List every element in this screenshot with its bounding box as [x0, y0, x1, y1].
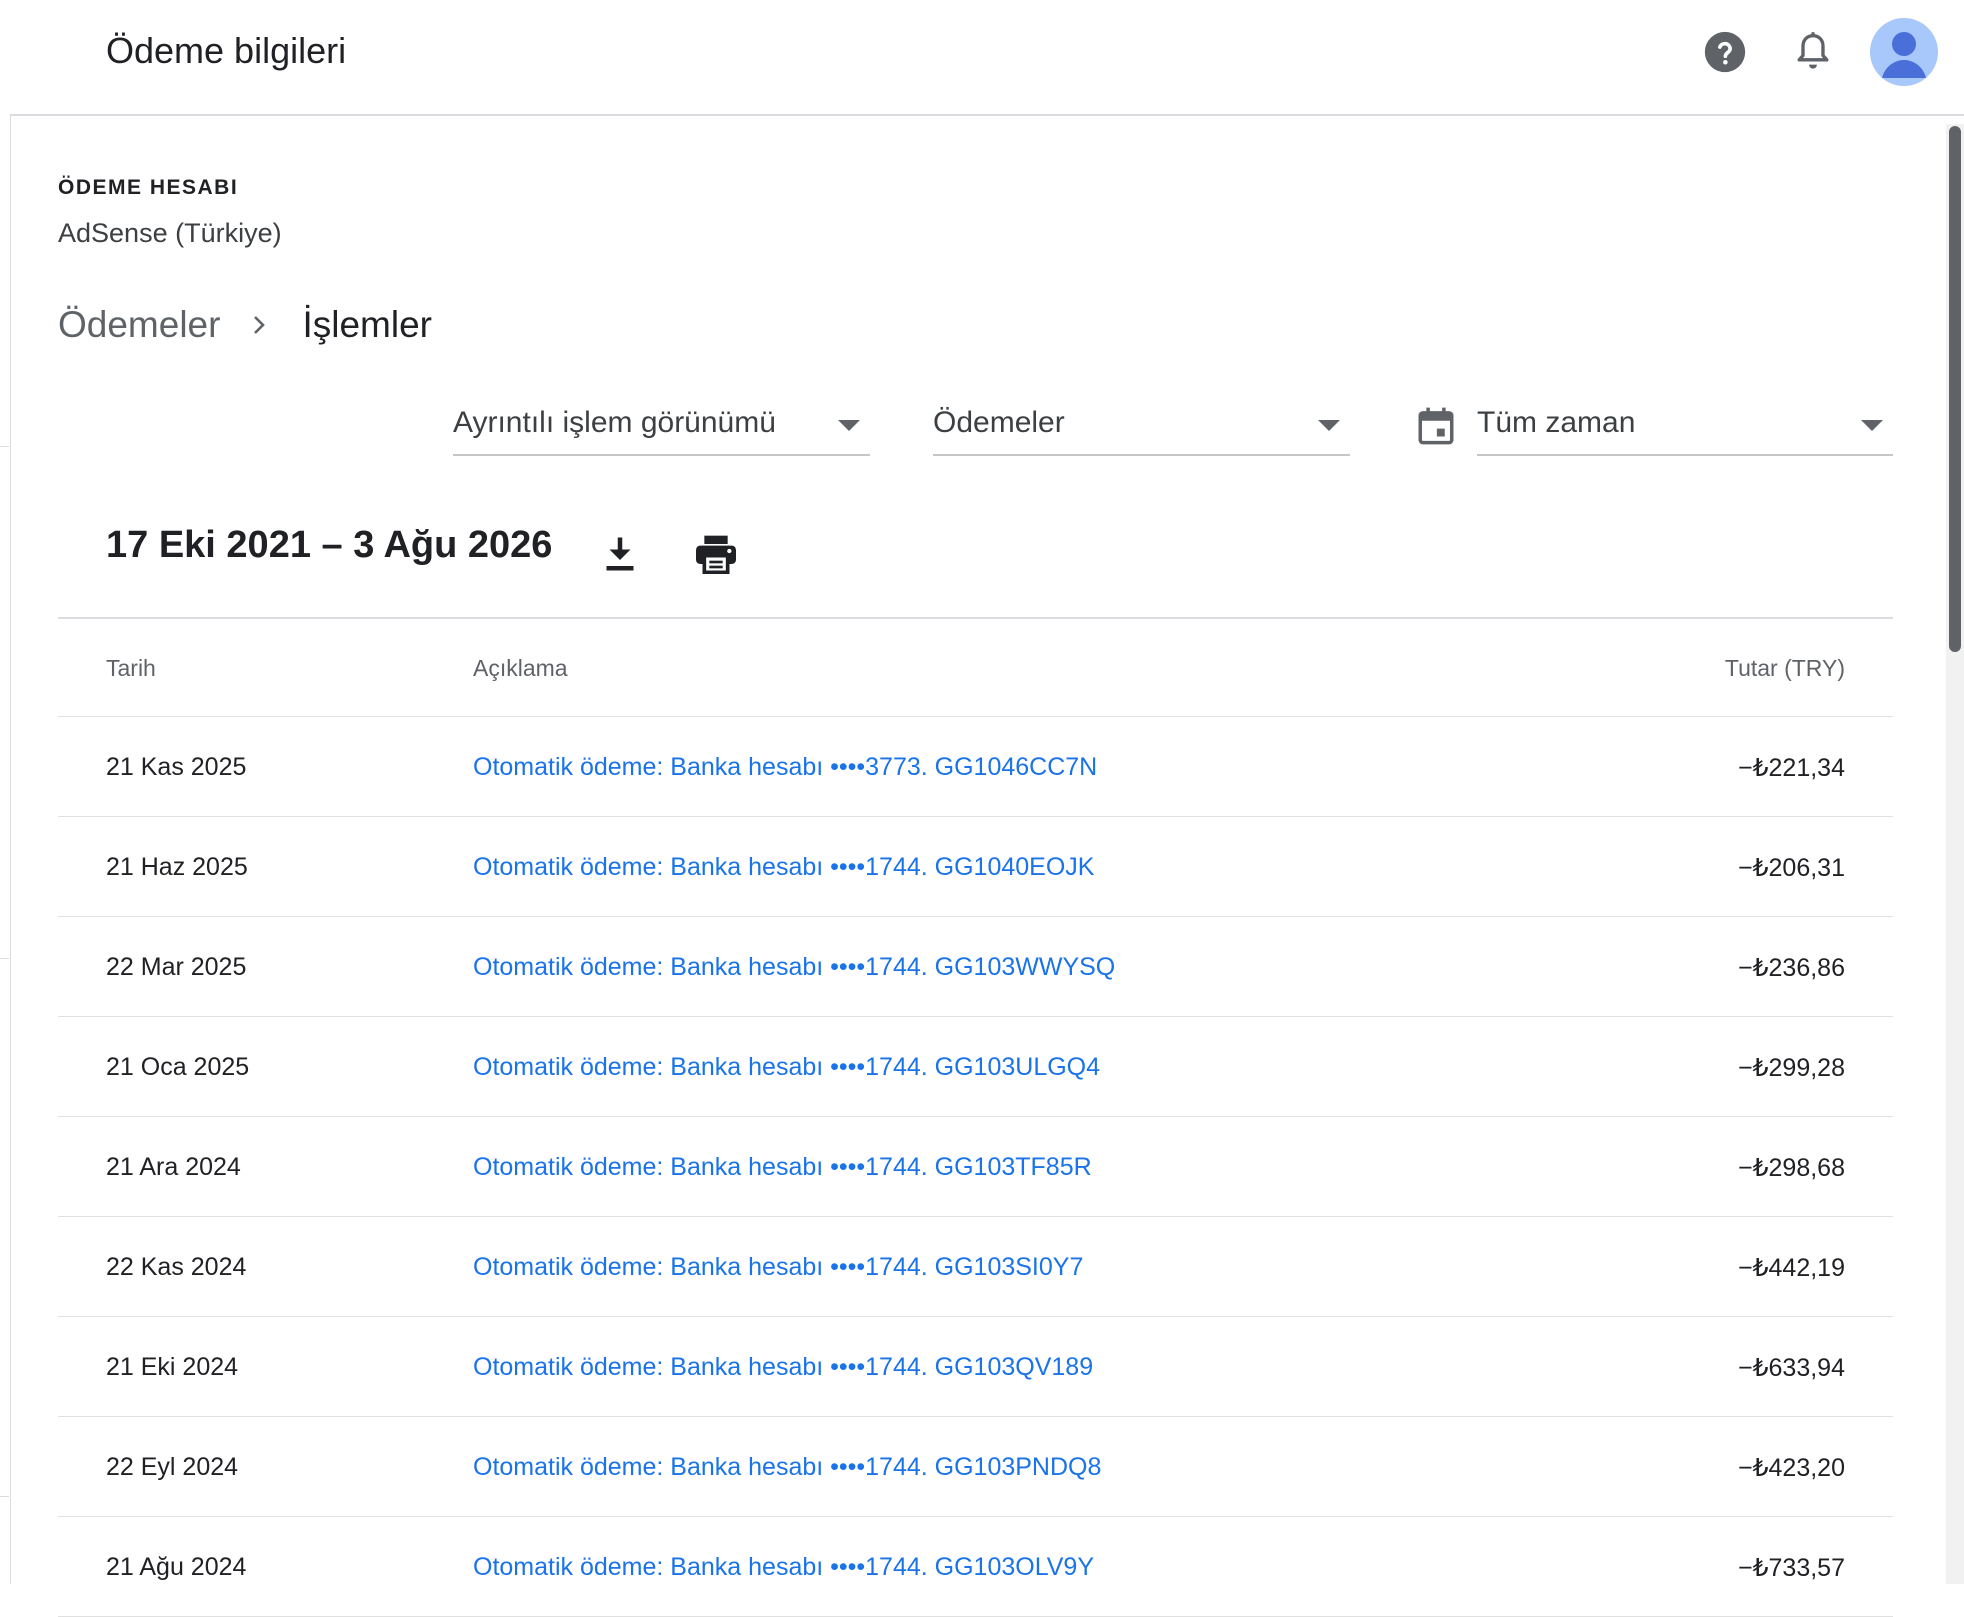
- download-icon[interactable]: [596, 530, 644, 578]
- date-range-dropdown[interactable]: Tüm zaman: [1477, 400, 1893, 456]
- rail-divider: [0, 958, 9, 959]
- dropdown-arrow-icon: [838, 420, 860, 431]
- table-row: 21 Oca 2025 Otomatik ödeme: Banka hesabı…: [58, 1017, 1893, 1117]
- row-date: 22 Kas 2024: [106, 1253, 247, 1281]
- view-type-dropdown[interactable]: Ayrıntılı işlem görünümü: [453, 400, 870, 456]
- row-date: 21 Haz 2025: [106, 853, 248, 881]
- top-app-bar: Ödeme bilgileri: [10, 0, 1964, 116]
- table-row: 22 Mar 2025 Otomatik ödeme: Banka hesabı…: [58, 917, 1893, 1017]
- breadcrumb-payments-link[interactable]: Ödemeler: [58, 304, 220, 346]
- chevron-right-icon: [250, 313, 268, 337]
- scrollbar[interactable]: [1946, 124, 1964, 1584]
- row-description-link[interactable]: Otomatik ödeme: Banka hesabı ••••1744. G…: [473, 1453, 1101, 1482]
- row-date: 21 Eki 2024: [106, 1353, 239, 1381]
- help-icon[interactable]: [1695, 22, 1755, 82]
- header-date[interactable]: Tarih: [106, 655, 156, 682]
- row-amount: −₺206,31: [1738, 854, 1845, 882]
- date-range-value: Tüm zaman: [1477, 406, 1636, 439]
- row-description-link[interactable]: Otomatik ödeme: Banka hesabı ••••1744. G…: [473, 1053, 1100, 1082]
- table-row: 21 Eki 2024 Otomatik ödeme: Banka hesabı…: [58, 1317, 1893, 1417]
- row-date: 21 Ara 2024: [106, 1153, 241, 1181]
- header-description: Açıklama: [473, 655, 568, 681]
- row-description-link[interactable]: Otomatik ödeme: Banka hesabı ••••1744. G…: [473, 853, 1094, 882]
- row-description-link[interactable]: Otomatik ödeme: Banka hesabı ••••1744. G…: [473, 953, 1115, 982]
- row-amount: −₺423,20: [1738, 1454, 1845, 1482]
- table-row: 22 Kas 2024 Otomatik ödeme: Banka hesabı…: [58, 1217, 1893, 1317]
- row-description-link[interactable]: Otomatik ödeme: Banka hesabı ••••3773. G…: [473, 753, 1097, 782]
- table-row: 21 Haz 2025 Otomatik ödeme: Banka hesabı…: [58, 817, 1893, 917]
- dropdown-arrow-icon: [1861, 420, 1883, 431]
- row-amount: −₺633,94: [1738, 1354, 1845, 1382]
- breadcrumb-current: İşlemler: [302, 304, 432, 345]
- row-date: 22 Mar 2025: [106, 953, 247, 981]
- row-amount: −₺442,19: [1738, 1254, 1845, 1282]
- row-date: 21 Kas 2025: [106, 753, 247, 781]
- table-row: 22 Eyl 2024 Otomatik ödeme: Banka hesabı…: [58, 1417, 1893, 1517]
- row-date: 22 Eyl 2024: [106, 1453, 239, 1481]
- table-row: 21 Ağu 2024 Otomatik ödeme: Banka hesabı…: [58, 1517, 1893, 1617]
- row-description-link[interactable]: Otomatik ödeme: Banka hesabı ••••1744. G…: [473, 1153, 1092, 1182]
- row-description-link[interactable]: Otomatik ödeme: Banka hesabı ••••1744. G…: [473, 1253, 1083, 1282]
- row-amount: −₺733,57: [1738, 1554, 1845, 1582]
- date-range-title: 17 Eki 2021 – 3 Ağu 2026: [106, 524, 553, 566]
- rail-divider: [0, 446, 9, 447]
- breadcrumb: Ödemeler İşlemler: [58, 300, 432, 350]
- row-amount: −₺236,86: [1738, 954, 1845, 982]
- scrollbar-thumb[interactable]: [1949, 126, 1961, 652]
- row-description-link[interactable]: Otomatik ödeme: Banka hesabı ••••1744. G…: [473, 1553, 1094, 1582]
- row-description-link[interactable]: Otomatik ödeme: Banka hesabı ••••1744. G…: [473, 1353, 1093, 1382]
- rail-divider: [0, 1496, 9, 1497]
- notifications-bell-icon[interactable]: [1783, 22, 1843, 82]
- transaction-type-dropdown[interactable]: Ödemeler: [933, 400, 1350, 456]
- app-title: Ödeme bilgileri: [106, 30, 347, 71]
- row-amount: −₺298,68: [1738, 1154, 1845, 1182]
- row-date: 21 Oca 2025: [106, 1053, 250, 1081]
- calendar-icon: [1415, 405, 1457, 447]
- user-avatar[interactable]: [1870, 18, 1938, 86]
- account-label: ÖDEME HESABI: [58, 176, 239, 199]
- row-date: 21 Ağu 2024: [106, 1553, 247, 1581]
- print-icon[interactable]: [692, 530, 740, 578]
- row-amount: −₺221,34: [1738, 754, 1845, 782]
- table-header: Tarih Açıklama Tutar (TRY): [58, 617, 1893, 717]
- transactions-table: Tarih Açıklama Tutar (TRY) 21 Kas 2025 O…: [58, 617, 1893, 1617]
- dropdown-arrow-icon: [1318, 420, 1340, 431]
- row-amount: −₺299,28: [1738, 1054, 1845, 1082]
- account-name: AdSense (Türkiye): [58, 218, 282, 248]
- view-type-value: Ayrıntılı işlem görünümü: [453, 406, 776, 439]
- table-row: 21 Kas 2025 Otomatik ödeme: Banka hesabı…: [58, 717, 1893, 817]
- table-row: 21 Ara 2024 Otomatik ödeme: Banka hesabı…: [58, 1117, 1893, 1217]
- header-amount: Tutar (TRY): [1724, 655, 1845, 681]
- transaction-type-value: Ödemeler: [933, 406, 1065, 439]
- left-rail: [0, 0, 11, 1584]
